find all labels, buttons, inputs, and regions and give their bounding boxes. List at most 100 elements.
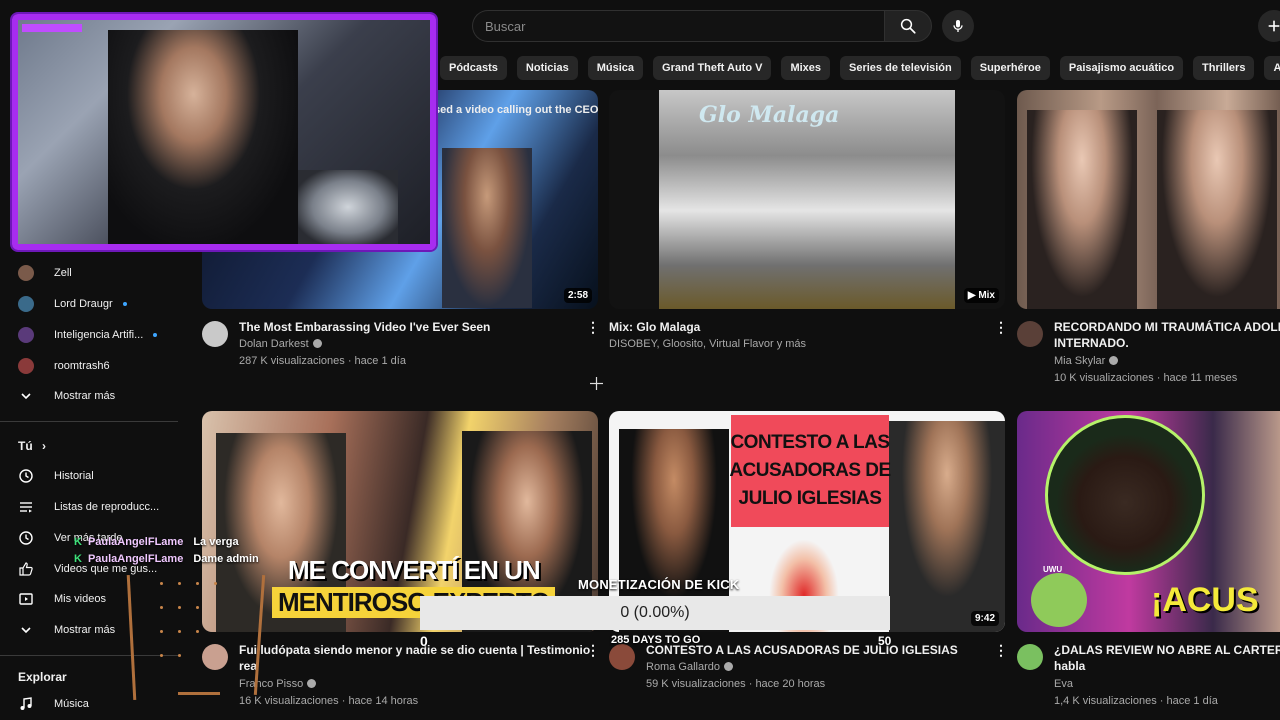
- sidebar-item-playlists[interactable]: Listas de reproducc...: [18, 493, 159, 521]
- show-more-subscriptions-button[interactable]: Mostrar más: [18, 382, 115, 410]
- thumbnail-caption: ME CONVERTÍ EN UN: [288, 555, 541, 585]
- chip-animacion[interactable]: Animación: [1264, 56, 1280, 80]
- video-title[interactable]: RECORDANDO MI TRAUMÁTICA ADOLESC INTERNA…: [1054, 319, 1280, 351]
- frog-character: [1031, 573, 1087, 627]
- monetization-progress-bar: 0 (0.00%): [420, 596, 890, 630]
- channel-name[interactable]: Dolan Darkest: [239, 336, 322, 352]
- show-more-label: Mostrar más: [54, 624, 116, 636]
- show-more-you-button[interactable]: Mostrar más: [18, 616, 115, 644]
- channel-avatar[interactable]: [202, 644, 228, 670]
- chip-paisajismo[interactable]: Paisajismo acuático: [1059, 56, 1184, 80]
- sidebar-item-label: Lord Draugr: [54, 298, 113, 310]
- video-thumbnail[interactable]: UWU ¡ACUS: [1017, 411, 1280, 632]
- monetization-progress-value: 0 (0.00%): [620, 604, 690, 621]
- sidebar-item-label: Historial: [54, 470, 94, 482]
- you-heading-label: Tú: [18, 439, 33, 453]
- sidebar-item-label: roomtrash6: [54, 360, 110, 372]
- chip-noticias[interactable]: Noticias: [516, 56, 578, 80]
- search-box[interactable]: [472, 10, 884, 42]
- webcam-frame-accent: [22, 24, 82, 32]
- chip-series-tv[interactable]: Series de televisión: [840, 56, 961, 80]
- chip-gta-v[interactable]: Grand Theft Auto V: [653, 56, 772, 80]
- chip-musica[interactable]: Música: [587, 56, 644, 80]
- decorative-dot: [160, 606, 163, 609]
- channel-avatar[interactable]: [1017, 321, 1043, 347]
- voice-search-button[interactable]: [942, 10, 974, 42]
- monetization-goal-value: 50: [878, 634, 892, 648]
- sidebar-item-label: Música: [54, 698, 89, 710]
- my-videos-icon: [18, 591, 34, 607]
- video-title-line: RECORDANDO MI TRAUMÁTICA ADOLESC: [1054, 320, 1280, 334]
- more-options-icon[interactable]: ⋮: [586, 319, 600, 335]
- sidebar-item-inteligencia-artificial[interactable]: Inteligencia Artifi...: [18, 321, 158, 349]
- album-art: Glo Malaga: [659, 90, 955, 309]
- streamer-figure: [108, 30, 298, 244]
- chip-podcasts[interactable]: Pódcasts: [440, 56, 507, 80]
- avatar: [18, 327, 34, 343]
- sidebar-item-historial[interactable]: Historial: [18, 462, 94, 490]
- more-options-icon[interactable]: ⋮: [994, 642, 1008, 658]
- live-indicator-dot: [153, 333, 158, 337]
- search-icon: [900, 18, 916, 34]
- video-thumbnail[interactable]: [1017, 90, 1280, 309]
- verified-icon: [307, 679, 317, 688]
- channel-avatar[interactable]: [202, 321, 228, 347]
- channel-name[interactable]: Mia Skylar: [1054, 353, 1119, 369]
- sidebar-divider: [0, 421, 178, 422]
- thumbnail-caption-box: CONTESTO A LAS ACUSADORAS DE JULIO IGLES…: [729, 415, 891, 527]
- streamer-webcam: [12, 14, 436, 250]
- video-duration: 2:58: [563, 288, 592, 303]
- channel-avatar[interactable]: [609, 644, 635, 670]
- video-title-line: INTERNADO.: [1054, 336, 1129, 350]
- sidebar-item-mis-videos[interactable]: Mis videos: [18, 585, 106, 613]
- verified-icon: [1109, 356, 1119, 365]
- chip-mixes[interactable]: Mixes: [781, 56, 831, 80]
- chip-superheroe[interactable]: Superhéroe: [970, 56, 1050, 80]
- chat-username: PaulaAngelFLame: [87, 553, 184, 565]
- sidebar-item-zell[interactable]: Zell: [18, 259, 72, 287]
- create-button[interactable]: [1258, 10, 1280, 42]
- decorative-dot: [160, 654, 163, 657]
- decorative-dot: [178, 630, 181, 633]
- thumbnail-person: [1157, 110, 1277, 309]
- more-options-icon[interactable]: ⋮: [586, 642, 600, 658]
- search-input[interactable]: [473, 11, 884, 41]
- chip-thrillers[interactable]: Thrillers: [1193, 56, 1255, 80]
- thumbnail-person: [442, 148, 532, 308]
- channel-name[interactable]: Eva: [1054, 676, 1073, 692]
- chevron-down-icon: [18, 388, 34, 404]
- sidebar-item-lord-draugr[interactable]: Lord Draugr: [18, 290, 127, 318]
- thumbnail-caption: JULIO IGLESIAS: [738, 488, 882, 509]
- channel-avatar[interactable]: [1017, 644, 1043, 670]
- video-thumbnail[interactable]: Glo Malaga ▶ Mix: [609, 90, 1005, 309]
- sidebar-item-musica[interactable]: Música: [18, 690, 89, 718]
- decorative-dot: [178, 606, 181, 609]
- video-stats: 1,4 K visualizaciones · hace 1 día: [1054, 695, 1218, 707]
- video-title-line: rea: [239, 659, 258, 673]
- sidebar-item-roomtrash6[interactable]: roomtrash6: [18, 352, 110, 380]
- video-title[interactable]: ¿DALAS REVIEW NO ABRE AL CARTERO? habla: [1054, 642, 1280, 674]
- decorative-dot: [178, 582, 181, 585]
- chat-username: PaulaAngelFLame: [87, 536, 184, 548]
- chevron-down-icon: [18, 622, 34, 638]
- more-options-icon[interactable]: ⋮: [994, 319, 1008, 335]
- avatar: [18, 265, 34, 281]
- channel-name[interactable]: Roma Gallardo: [646, 659, 733, 675]
- like-icon: [18, 561, 34, 577]
- decorative-dot: [196, 606, 199, 609]
- video-title[interactable]: Mix: Glo Malaga: [609, 319, 979, 335]
- crosshair-cursor-icon: [590, 377, 603, 390]
- you-section-heading[interactable]: Tú ›: [18, 439, 46, 453]
- video-title[interactable]: The Most Embarassing Video I've Ever See…: [239, 319, 579, 335]
- search-button[interactable]: [884, 10, 932, 42]
- video-title[interactable]: Fui ludópata siendo menor y nadie se dio…: [239, 642, 590, 674]
- chat-message: K PaulaAngelFLame La verga: [74, 536, 239, 548]
- channel-name[interactable]: Franco Pisso: [239, 676, 317, 692]
- mix-badge: ▶ Mix: [963, 288, 999, 303]
- channel-name[interactable]: DISOBEY, Gloosito, Virtual Flavor y más: [609, 336, 806, 352]
- chat-message: K PaulaAngelFLame Dame admin: [74, 553, 259, 565]
- mic-icon: [953, 20, 963, 32]
- explore-section-heading: Explorar: [18, 670, 67, 684]
- monetization-days-remaining: 285 DAYS TO GO: [611, 634, 701, 646]
- gavel-icon: [1045, 415, 1205, 575]
